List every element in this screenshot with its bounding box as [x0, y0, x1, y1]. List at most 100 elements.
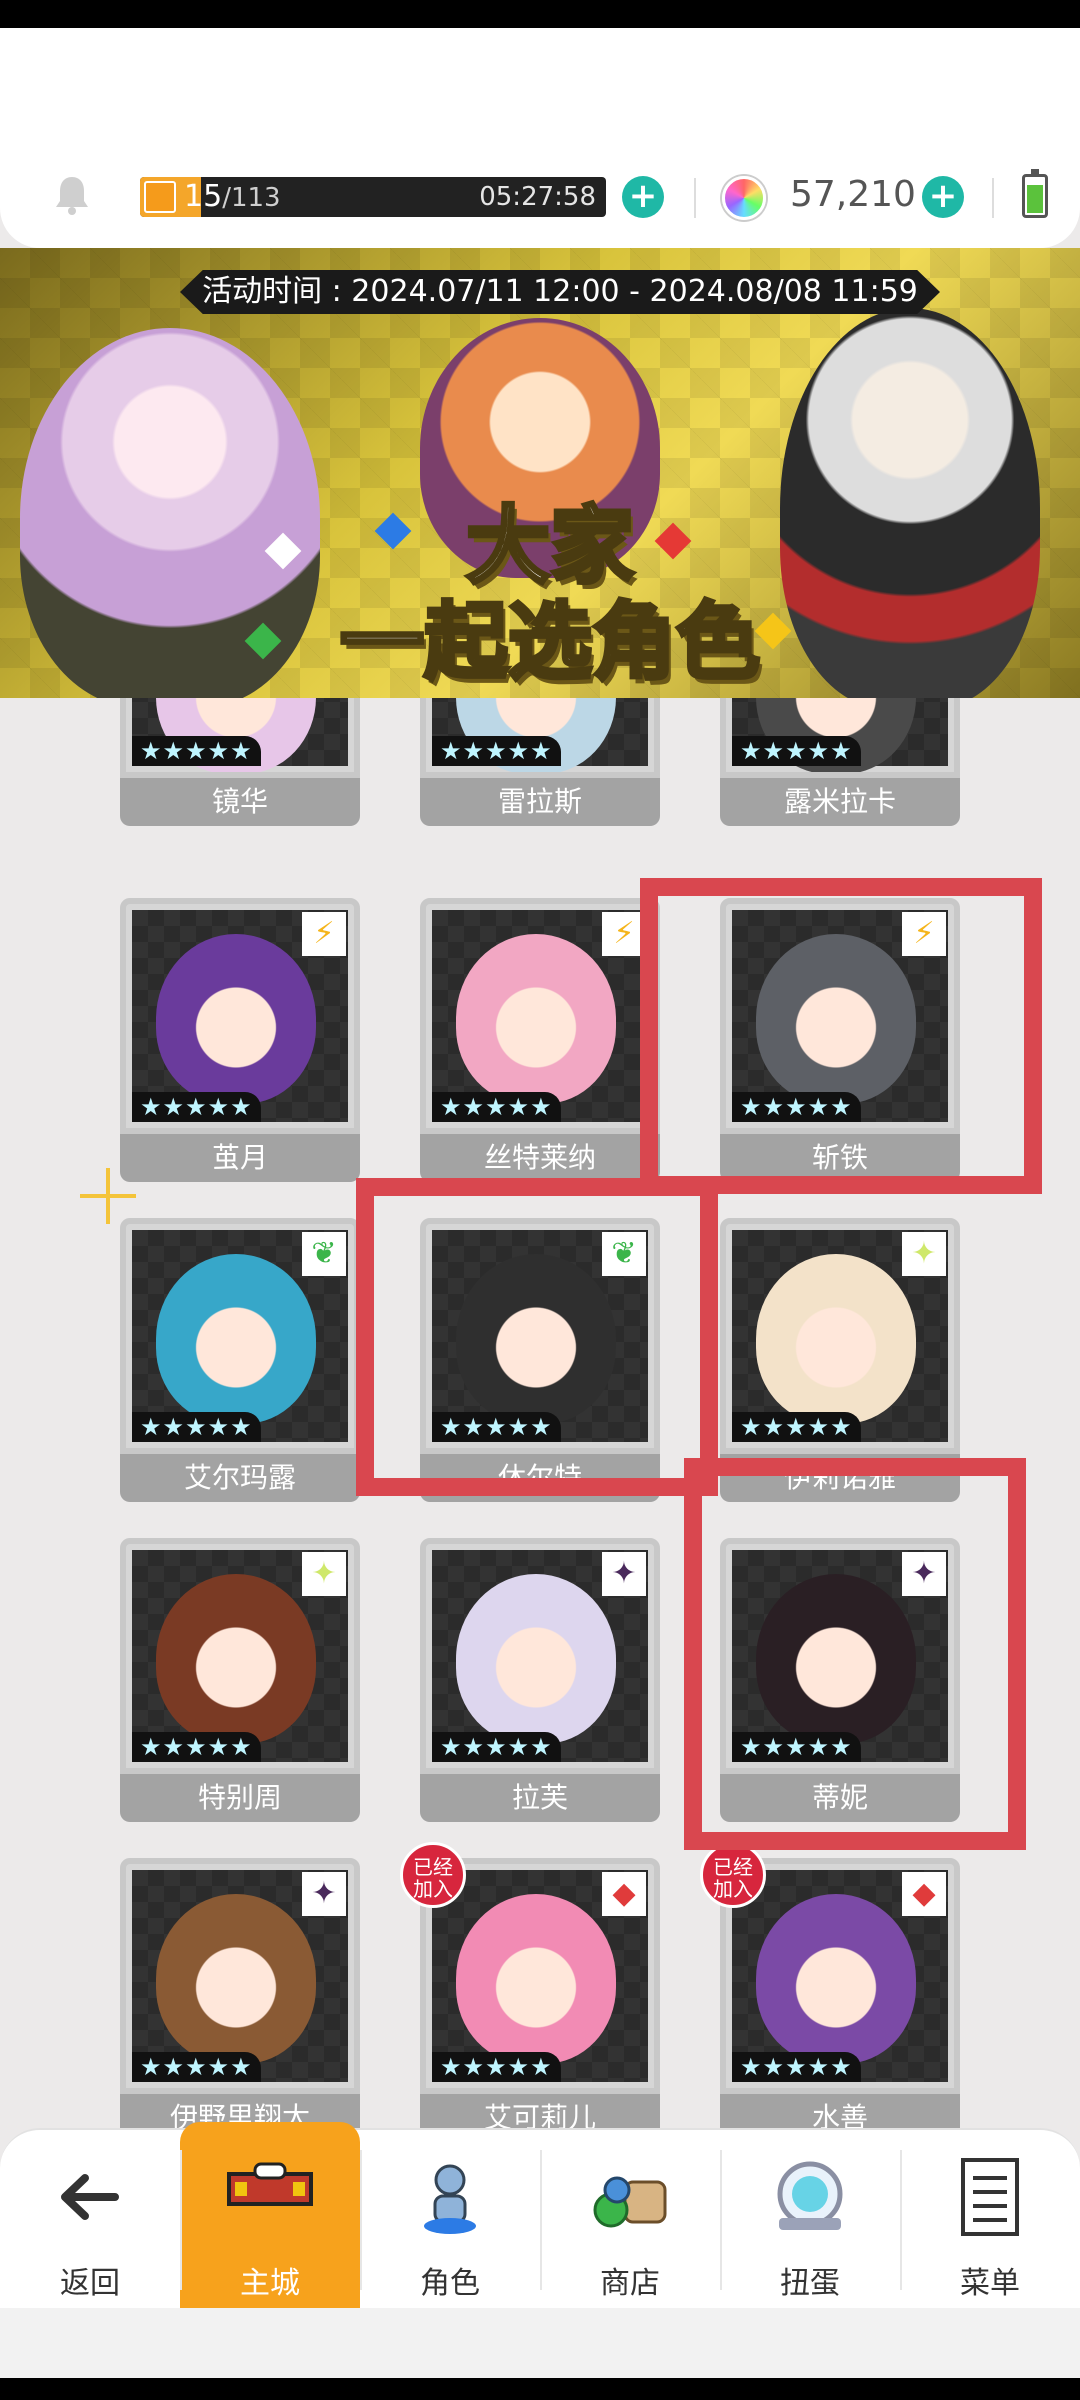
shop-icon	[585, 2152, 675, 2242]
character-portrait: ✦ ★★★★★	[720, 1538, 960, 1774]
star-rating: ★★★★★	[132, 1732, 261, 1762]
event-time: 活动时间 : 2024.07/11 12:00 - 2024.08/08 11:…	[180, 270, 940, 314]
character-portrait: ⚡ ★★★★★	[720, 898, 960, 1134]
character-art	[456, 1894, 616, 2064]
target-crosshair-icon	[80, 1168, 136, 1224]
nav-divider	[360, 2150, 362, 2290]
banner-character-right	[780, 308, 1040, 698]
nav-label: 菜单	[960, 2266, 1020, 2301]
gacha-icon	[765, 2152, 855, 2242]
character-portrait: ⚡ ★★★★★	[120, 898, 360, 1134]
character-card[interactable]: ✦ ★★★★★ 伊莉诺雅	[720, 1218, 960, 1502]
character-card[interactable]: ◆ ★★★★★ 艾可莉儿 已经 加入	[400, 1842, 660, 2142]
star-rating: ★★★★★	[732, 1092, 861, 1122]
joined-badge: 已经 加入	[400, 1842, 466, 1908]
add-stamina-button[interactable]: +	[622, 176, 664, 218]
stamina-bar: 15/113 05:27:58	[140, 177, 606, 217]
character-art	[456, 1254, 616, 1424]
element-attribute-icon: ❦	[302, 1232, 346, 1276]
nav-item-gacha[interactable]: 扭蛋	[720, 2130, 900, 2310]
banner-title-line2: 一起选角色	[338, 592, 762, 692]
character-card[interactable]: ◆ ★★★★★ 水善 已经 加入	[700, 1842, 960, 2142]
gem-icon	[722, 176, 766, 220]
nav-item-castle[interactable]: 主城	[180, 2122, 360, 2310]
character-card[interactable]: ✦ ★★★★★ 拉芙	[420, 1538, 660, 1822]
stamina-current: 15	[184, 179, 223, 214]
character-card[interactable]: ⚡ ★★★★★ 斩铁	[720, 898, 960, 1182]
character-card[interactable]: ❦ ★★★★★ 休尔特	[420, 1218, 660, 1502]
character-name: 丝特莱纳	[420, 1134, 660, 1182]
nav-divider	[540, 2150, 542, 2290]
nav-label: 主城	[240, 2266, 300, 2301]
nav-divider	[720, 2150, 722, 2290]
element-attribute-icon: ⚡	[902, 912, 946, 956]
element-attribute-icon: ◆	[902, 1872, 946, 1916]
character-portrait: ✦ ★★★★★	[120, 1538, 360, 1774]
character-name: 艾尔玛露	[120, 1454, 360, 1502]
star-rating: ★★★★★	[132, 1412, 261, 1442]
character-icon	[405, 2152, 495, 2242]
nav-label: 角色	[420, 2266, 480, 2301]
battery-icon	[1022, 169, 1048, 218]
nav-item-menu[interactable]: 菜单	[900, 2130, 1080, 2310]
game-screen: 15/113 05:27:58 + 57,210 + 活动时间 : 2024.0…	[0, 28, 1080, 2378]
element-attribute-icon: ❦	[602, 1232, 646, 1276]
character-card[interactable]: ❦ ★★★★★ 艾尔玛露	[120, 1218, 360, 1502]
character-card[interactable]: ✦ ★★★★★ 特别周	[120, 1538, 360, 1822]
star-rating: ★★★★★	[132, 736, 261, 766]
element-attribute-icon: ◆	[602, 1872, 646, 1916]
character-art	[756, 1894, 916, 2064]
nav-item-shop[interactable]: 商店	[540, 2130, 720, 2310]
character-portrait: ✦ ★★★★★	[420, 1538, 660, 1774]
character-card[interactable]: ⚡ ★★★★★ 丝特莱纳	[420, 898, 660, 1182]
divider	[992, 178, 994, 218]
nav-divider	[900, 2150, 902, 2290]
character-name: 拉芙	[420, 1774, 660, 1822]
star-rating: ★★★★★	[132, 2052, 261, 2082]
character-art	[756, 1574, 916, 1744]
character-name: 伊莉诺雅	[720, 1454, 960, 1502]
character-art	[756, 934, 916, 1104]
element-attribute-icon: ✦	[902, 1232, 946, 1276]
bottom-navigation: 返回 主城 角色 商店 扭蛋 菜单	[0, 2122, 1080, 2310]
character-portrait: ❦ ★★★★★	[420, 1218, 660, 1454]
star-rating: ★★★★★	[432, 1732, 561, 1762]
nav-item-back-arrow[interactable]: 返回	[0, 2130, 180, 2310]
character-portrait: ❦ ★★★★★	[120, 1218, 360, 1454]
star-rating: ★★★★★	[432, 1412, 561, 1442]
character-art	[756, 1254, 916, 1424]
nav-label: 商店	[600, 2266, 660, 2301]
character-card[interactable]: ✦ ★★★★★ 伊野里翔太	[120, 1858, 360, 2142]
character-art	[156, 1894, 316, 2064]
character-name: 茧月	[120, 1134, 360, 1182]
star-rating: ★★★★★	[732, 1732, 861, 1762]
bell-icon[interactable]	[50, 173, 94, 217]
nav-label: 扭蛋	[780, 2266, 840, 2301]
character-card[interactable]: ⚡ ★★★★★ 茧月	[120, 898, 360, 1182]
character-name: 镜华	[120, 778, 360, 826]
character-portrait: ✦ ★★★★★	[720, 1218, 960, 1454]
star-rating: ★★★★★	[432, 1092, 561, 1122]
character-name: 雷拉斯	[420, 778, 660, 826]
banner-title: 大家 一起选角色	[290, 496, 810, 692]
star-rating: ★★★★★	[432, 736, 561, 766]
character-grid: ★★★★★ 镜华 ★★★★★ 雷拉斯 ★★★★★ 露米拉卡 ⚡ ★★★★★ 茧月 ⚡ ★★★★★ 丝特…	[0, 658, 1080, 2148]
character-name: 露米拉卡	[720, 778, 960, 826]
castle-icon	[225, 2144, 315, 2234]
add-gems-button[interactable]: +	[922, 176, 964, 218]
nav-item-character[interactable]: 角色	[360, 2130, 540, 2310]
nav-label: 返回	[60, 2266, 120, 2301]
event-banner[interactable]: 活动时间 : 2024.07/11 12:00 - 2024.08/08 11:…	[0, 248, 1080, 698]
character-art	[456, 934, 616, 1104]
character-name: 斩铁	[720, 1134, 960, 1182]
menu-icon	[945, 2152, 1035, 2242]
character-card[interactable]: ✦ ★★★★★ 蒂妮	[720, 1538, 960, 1822]
stamina-value: 15/113	[184, 179, 281, 216]
character-art	[156, 934, 316, 1104]
character-portrait: ⚡ ★★★★★	[420, 898, 660, 1134]
element-attribute-icon: ⚡	[302, 912, 346, 956]
character-art	[456, 1574, 616, 1744]
banner-title-line1: 大家	[464, 496, 636, 596]
stamina-bolt-icon	[144, 181, 176, 213]
star-rating: ★★★★★	[732, 736, 861, 766]
